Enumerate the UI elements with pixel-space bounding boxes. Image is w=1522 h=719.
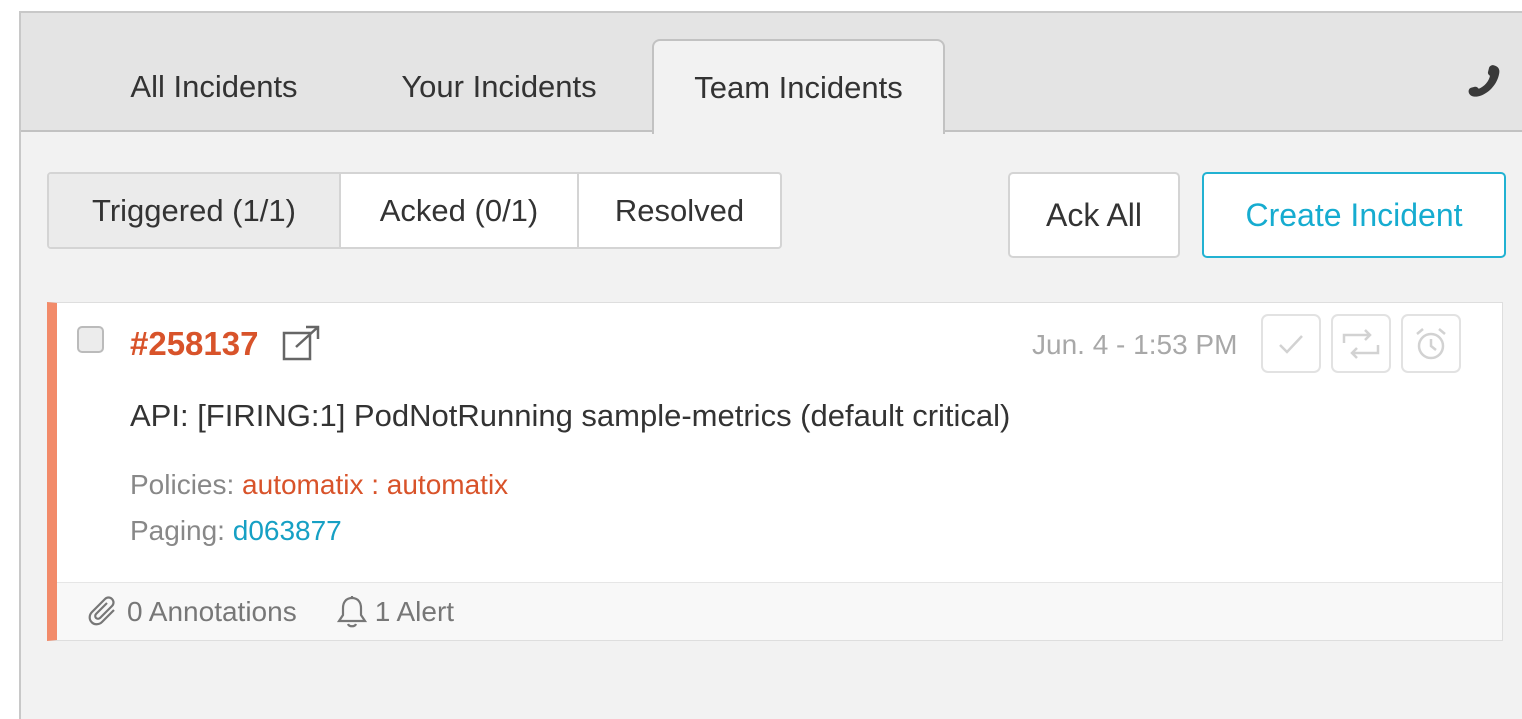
external-link-icon[interactable] <box>282 325 322 361</box>
policies-line: Policies: automatix : automatix <box>130 469 508 501</box>
policies-link[interactable]: automatix : automatix <box>242 469 508 500</box>
acknowledge-button[interactable] <box>1261 314 1321 373</box>
ack-all-button[interactable]: Ack All <box>1008 172 1180 258</box>
bell-icon <box>336 595 367 627</box>
snooze-icon <box>1416 327 1446 359</box>
filter-resolved[interactable]: Resolved <box>577 174 780 247</box>
status-filter-group: Triggered (1/1) Acked (0/1) Resolved <box>47 172 782 249</box>
paging-line: Paging: d063877 <box>130 515 342 547</box>
phone-icon[interactable] <box>1467 63 1503 99</box>
escalate-button[interactable] <box>1331 314 1391 373</box>
escalate-icon <box>1342 328 1380 359</box>
create-incident-button[interactable]: Create Incident <box>1202 172 1506 258</box>
tab-all-incidents[interactable]: All Incidents <box>101 41 327 132</box>
annotations-link[interactable]: 0 Annotations <box>87 596 297 628</box>
paging-link[interactable]: d063877 <box>233 515 342 546</box>
tab-your-incidents[interactable]: Your Incidents <box>376 41 622 132</box>
check-icon <box>1279 334 1303 354</box>
incident-card: #258137 Jun. 4 - 1:53 PM API: [FIRING:1] <box>47 302 1503 641</box>
incident-title: API: [FIRING:1] PodNotRunning sample-met… <box>130 398 1011 433</box>
incident-id-link[interactable]: #258137 <box>130 325 258 363</box>
alerts-count: 1 Alert <box>374 595 455 627</box>
incident-timestamp: Jun. 4 - 1:53 PM <box>1032 329 1238 360</box>
paging-label: Paging: <box>130 515 225 546</box>
annotations-count: 0 Annotations <box>127 595 297 627</box>
paperclip-icon <box>88 595 115 625</box>
tab-bar: All Incidents Your Incidents Team Incide… <box>21 13 1522 134</box>
tab-team-incidents[interactable]: Team Incidents <box>652 39 945 134</box>
incident-footer: 0 Annotations 1 Alert <box>57 582 1502 640</box>
incident-checkbox[interactable] <box>77 326 104 353</box>
policies-label: Policies: <box>130 469 235 500</box>
filter-triggered[interactable]: Triggered (1/1) <box>49 174 339 247</box>
snooze-button[interactable] <box>1401 314 1461 373</box>
filter-acked[interactable]: Acked (0/1) <box>339 174 577 247</box>
incidents-panel: All Incidents Your Incidents Team Incide… <box>19 11 1522 719</box>
alerts-link[interactable]: 1 Alert <box>335 595 454 629</box>
